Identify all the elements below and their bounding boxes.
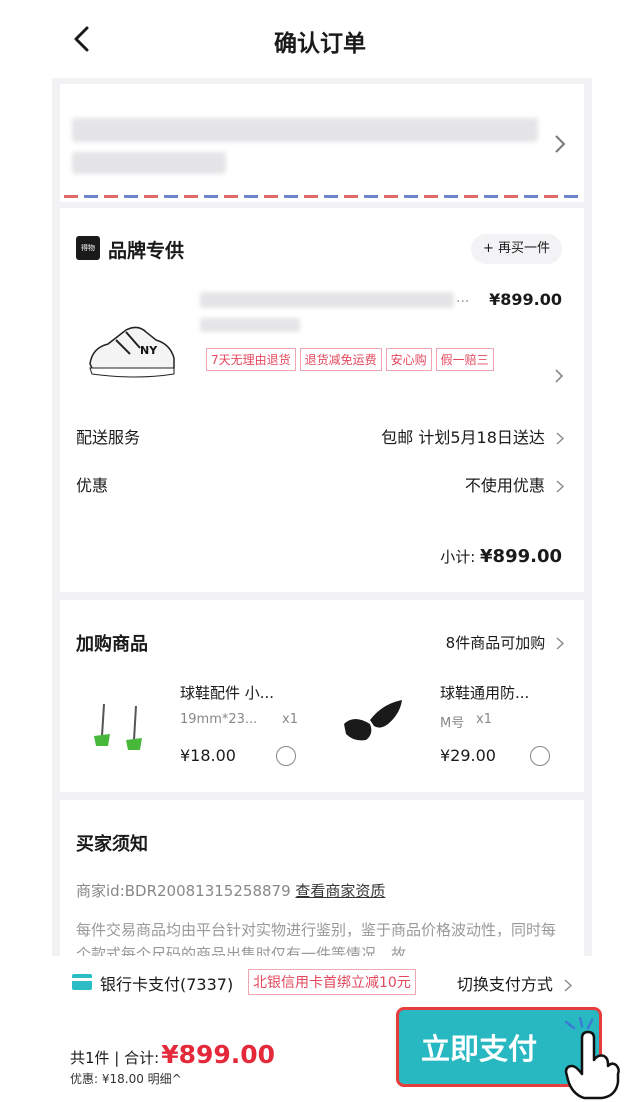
chevron-right-icon — [555, 135, 566, 153]
delivery-value[interactable]: 包邮 计划5月18日送达 — [381, 424, 564, 448]
addon-item[interactable]: 球鞋配件 小... 19mm*23... x1 ¥18.00 — [60, 678, 312, 788]
service-tag: 7天无理由退货 — [206, 348, 296, 371]
delivery-label: 配送服务 — [76, 428, 141, 447]
address-line-blurred — [72, 118, 538, 142]
page-title: 确认订单 — [274, 31, 366, 57]
merchant-qualification-link[interactable]: 查看商家资质 — [295, 882, 385, 900]
checkout-footer: 共1件 | 合计:¥899.00 优惠: ¥18.00 明细^ 立即支付 — [52, 1007, 602, 1102]
addon-price: ¥29.00 — [440, 746, 496, 765]
brand-name: 品牌专供 — [108, 240, 185, 262]
buyer-notice-card: 买家须知 商家id:BDR20081315258879 查看商家资质 每件交易商… — [60, 800, 584, 956]
service-tag: 安心购 — [385, 348, 432, 371]
product-name-ellipsis: ... — [456, 290, 470, 306]
addon-name: 球鞋配件 小... — [180, 684, 275, 702]
shoe-accessory-image — [94, 703, 142, 750]
sneaker-image[interactable]: NY — [86, 318, 178, 380]
payment-promo-tag: 北银信用卡首绑立减10元 — [248, 969, 416, 995]
addon-price: ¥18.00 — [180, 746, 236, 765]
bank-card-icon — [72, 974, 92, 990]
product-name-blurred — [200, 292, 454, 308]
payment-method-bar[interactable]: 银行卡支付(7337) 北银信用卡首绑立减10元 切换支付方式 — [52, 956, 592, 1010]
addon-name: 球鞋通用防... — [440, 684, 530, 702]
switch-payment-link[interactable]: 切换支付方式 — [457, 971, 572, 995]
payment-method: 银行卡支付(7337) — [100, 975, 234, 994]
total-amount: ¥899.00 — [161, 1040, 276, 1069]
chevron-right-icon — [556, 432, 564, 445]
address-contact-blurred — [72, 152, 226, 174]
rebuy-button[interactable]: + 再买一件 — [470, 234, 562, 264]
pointing-hand-icon — [564, 1016, 620, 1100]
product-price: ¥899.00 — [489, 290, 562, 309]
product-size-blurred — [200, 318, 300, 332]
notice-text: 每件交易商品均由平台针对实物进行鉴别，鉴于商品价格波动性，同时每个款式每个尺码的… — [76, 921, 557, 956]
service-tag: 退货减免运费 — [299, 348, 382, 371]
chevron-right-icon — [556, 637, 564, 650]
addon-card: 加购商品 8件商品可加购 球鞋配件 小... 19mm*23... x1 ¥18… — [60, 600, 584, 792]
addon-select-radio[interactable] — [530, 746, 550, 766]
addon-item[interactable]: 球鞋通用防... M号 x1 ¥29.00 — [320, 678, 572, 788]
chevron-right-icon[interactable] — [554, 368, 564, 384]
addon-spec: M号 — [440, 716, 465, 731]
addon-spec: 19mm*23... — [180, 712, 258, 727]
service-tag: 假一赔三 — [435, 348, 494, 371]
coupon-label: 优惠 — [76, 476, 109, 495]
product-card: 得物 品牌专供 + 再买一件 NY ... ¥899.00 7天无理由退货 退货减… — [60, 208, 584, 592]
addon-qty: x1 — [282, 712, 298, 727]
brand-logo: 得物 — [76, 236, 100, 260]
addon-qty: x1 — [476, 712, 492, 727]
subtotal: 小计: ¥899.00 — [440, 546, 562, 567]
discount-detail[interactable]: 优惠: ¥18.00 明细^ — [70, 1070, 182, 1087]
notice-title: 买家须知 — [76, 834, 148, 855]
total-line: 共1件 | 合计:¥899.00 — [70, 1040, 276, 1069]
addon-more-link[interactable]: 8件商品可加购 — [446, 632, 564, 653]
coupon-value[interactable]: 不使用优惠 — [465, 472, 564, 496]
svg-text:NY: NY — [140, 344, 158, 357]
chevron-right-icon — [564, 979, 572, 992]
header: 确认订单 — [0, 0, 640, 78]
address-stripe — [64, 195, 580, 198]
order-content: 得物 品牌专供 + 再买一件 NY ... ¥899.00 7天无理由退货 退货减… — [52, 78, 592, 956]
shoe-shield-image — [344, 700, 402, 741]
address-card[interactable] — [60, 84, 584, 202]
addon-select-radio[interactable] — [276, 746, 296, 766]
addon-title: 加购商品 — [76, 634, 148, 655]
service-tags: 7天无理由退货 退货减免运费 安心购 假一赔三 — [206, 348, 506, 377]
chevron-right-icon — [556, 480, 564, 493]
merchant-id: 商家id:BDR20081315258879 查看商家资质 — [76, 882, 386, 900]
